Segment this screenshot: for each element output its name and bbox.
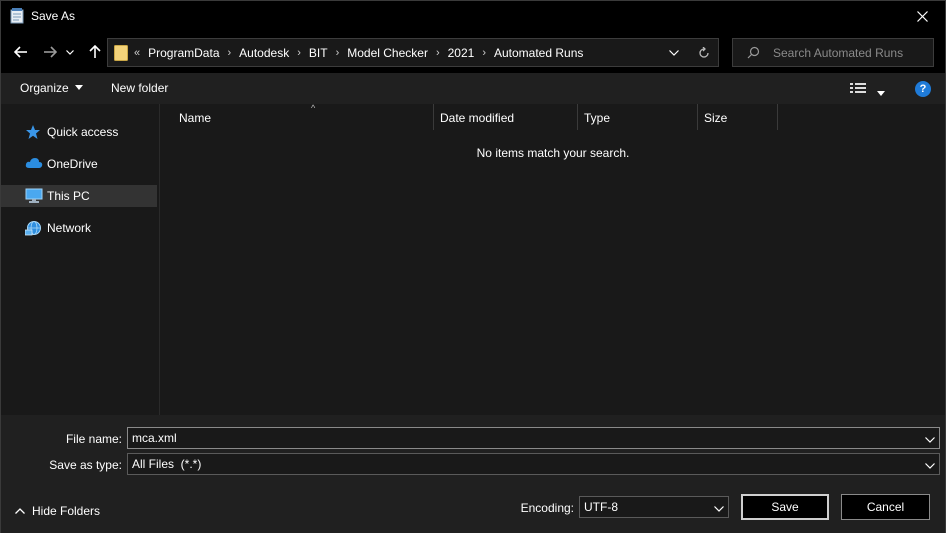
breadcrumb-overflow[interactable]: «	[134, 47, 140, 59]
star-icon	[25, 124, 43, 140]
chevron-right-icon[interactable]: ›	[482, 47, 486, 59]
help-icon: ?	[919, 83, 927, 95]
search-placeholder: Search Automated Runs	[773, 46, 904, 60]
breadcrumb-item[interactable]: Autodesk	[239, 46, 289, 60]
arrow-left-icon	[14, 46, 27, 58]
cancel-button[interactable]: Cancel	[841, 494, 930, 520]
folder-icon	[114, 45, 128, 64]
command-bar: Organize New folder ?	[1, 73, 945, 104]
save-label: Save	[771, 500, 799, 514]
up-button[interactable]	[84, 40, 106, 64]
nav-item-label: This PC	[47, 189, 90, 203]
help-button[interactable]: ?	[915, 81, 931, 97]
column-header-label: Size	[704, 111, 728, 125]
save-as-dialog: Save As « ProgramData › Autodesk › BIT ›…	[0, 0, 946, 533]
nav-item-onedrive[interactable]: OneDrive	[1, 153, 157, 175]
savetype-select[interactable]: All Files (*.*)	[127, 453, 940, 475]
chevron-right-icon[interactable]: ›	[297, 47, 301, 59]
caret-down-icon	[877, 91, 885, 96]
chevron-up-icon	[15, 508, 25, 514]
chevron-down-icon	[925, 458, 935, 472]
chevron-down-icon[interactable]	[925, 432, 935, 446]
column-header-date-modified[interactable]: Date modified	[434, 104, 578, 130]
arrow-right-icon	[44, 46, 57, 58]
nav-item-label: Quick access	[47, 125, 119, 139]
refresh-icon	[699, 47, 709, 58]
chevron-right-icon[interactable]: ›	[228, 47, 232, 59]
chevron-right-icon[interactable]: ›	[436, 47, 440, 59]
breadcrumb-item[interactable]: 2021	[448, 46, 475, 60]
search-icon	[747, 46, 760, 62]
chevron-down-icon	[714, 501, 724, 515]
search-input[interactable]: Search Automated Runs	[732, 38, 934, 67]
address-bar[interactable]: « ProgramData › Autodesk › BIT › Model C…	[107, 38, 719, 67]
organize-button[interactable]: Organize	[20, 81, 83, 95]
sort-ascending-icon: ^	[311, 103, 316, 113]
breadcrumb: « ProgramData › Autodesk › BIT › Model C…	[134, 46, 583, 60]
column-header-label: Name	[179, 111, 212, 125]
window-title: Save As	[31, 9, 76, 23]
nav-item-label: Network	[47, 221, 92, 235]
breadcrumb-item[interactable]: BIT	[309, 46, 328, 60]
address-history-button[interactable]	[664, 44, 684, 62]
details-view-icon	[850, 83, 866, 93]
new-folder-button[interactable]: New folder	[111, 81, 168, 95]
cancel-label: Cancel	[866, 500, 905, 514]
filename-label: File name:	[65, 432, 122, 446]
network-icon	[24, 220, 43, 236]
forward-button[interactable]	[39, 40, 61, 64]
breadcrumb-item[interactable]: ProgramData	[148, 46, 219, 60]
nav-item-this-pc[interactable]: This PC	[1, 185, 157, 207]
save-button[interactable]: Save	[741, 494, 829, 520]
savetype-value: All Files (*.*)	[132, 457, 202, 471]
filename-field[interactable]: mca.xml	[127, 427, 940, 449]
address-row: « ProgramData › Autodesk › BIT › Model C…	[1, 32, 945, 73]
encoding-label: Encoding:	[520, 501, 574, 515]
cloud-icon	[25, 156, 43, 172]
nav-item-network[interactable]: Network	[1, 217, 157, 239]
computer-icon	[25, 188, 43, 204]
change-view-button[interactable]	[850, 82, 866, 97]
back-button[interactable]	[10, 40, 32, 64]
title-bar: Save As	[1, 1, 945, 32]
navigation-pane: Quick access OneDrive This PC Network	[1, 104, 160, 415]
encoding-select[interactable]: UTF-8	[579, 496, 729, 518]
caret-down-icon	[74, 85, 83, 90]
chevron-right-icon[interactable]: ›	[336, 47, 340, 59]
chevron-down-icon	[669, 50, 679, 56]
column-header-label: Date modified	[440, 111, 515, 125]
notepad-icon	[10, 8, 24, 24]
nav-item-quick-access[interactable]: Quick access	[1, 121, 157, 143]
breadcrumb-item[interactable]: Model Checker	[347, 46, 428, 60]
hide-folders-label: Hide Folders	[32, 504, 101, 518]
column-header-size[interactable]: Size	[698, 104, 778, 130]
recent-locations-button[interactable]	[63, 40, 77, 64]
hide-folders-button[interactable]: Hide Folders	[15, 504, 100, 518]
organize-label: Organize	[20, 81, 69, 95]
view-options-button[interactable]	[877, 87, 885, 101]
refresh-button[interactable]	[694, 44, 714, 62]
breadcrumb-item[interactable]: Automated Runs	[494, 46, 583, 60]
chevron-down-icon	[66, 49, 74, 55]
column-header-type[interactable]: Type	[578, 104, 698, 130]
save-form: File name: mca.xml Save as type: All Fil…	[1, 415, 945, 533]
column-header-name[interactable]: ^ Name	[173, 103, 434, 130]
new-folder-label: New folder	[111, 81, 169, 95]
nav-item-label: OneDrive	[47, 157, 98, 171]
savetype-label: Save as type:	[49, 458, 122, 472]
encoding-value: UTF-8	[584, 500, 618, 514]
close-button[interactable]	[899, 1, 945, 32]
empty-message: No items match your search.	[476, 146, 630, 160]
column-header-label: Type	[584, 111, 611, 125]
file-list: ^ Name Date modified Type Size No items …	[161, 103, 945, 415]
arrow-up-icon	[89, 45, 101, 58]
filename-value: mca.xml	[132, 431, 177, 445]
close-icon	[916, 11, 928, 22]
